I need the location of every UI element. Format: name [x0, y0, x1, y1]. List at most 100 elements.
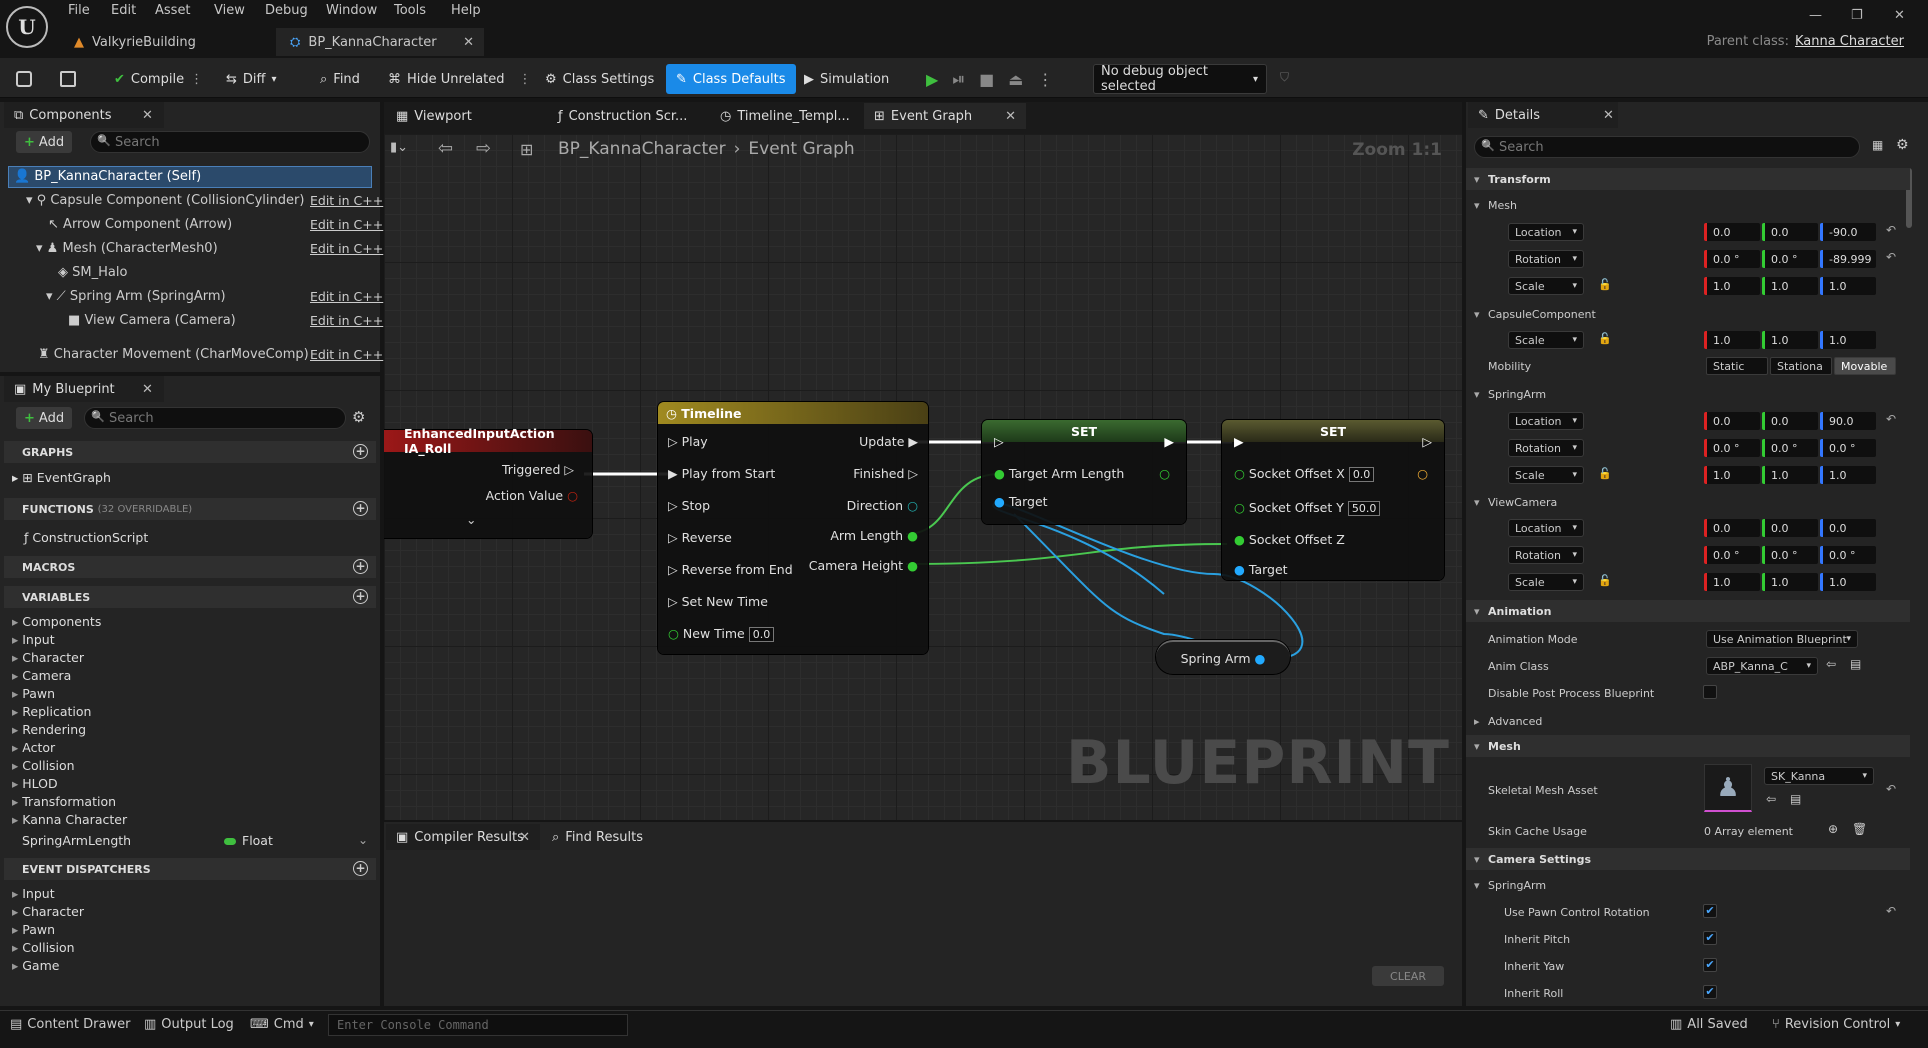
pin-icon[interactable]: ○: [1417, 466, 1428, 481]
tab-compiler-results[interactable]: ▣ Compiler Results ✕: [386, 824, 540, 850]
input-action-node[interactable]: EnhancedInputAction IA_Roll Triggered ▷ …: [384, 426, 592, 538]
components-search-input[interactable]: Search: [90, 131, 370, 153]
springarm-scale-y-field[interactable]: 1.0: [1762, 466, 1818, 484]
mobility-static[interactable]: Static: [1706, 357, 1768, 375]
exec-in-pin[interactable]: ▶: [1234, 434, 1244, 449]
step-icon[interactable]: ⏯: [952, 69, 965, 89]
output-log-button[interactable]: ▥ Output Log: [144, 1017, 234, 1032]
table-view-icon[interactable]: ▦: [1872, 138, 1883, 152]
close-icon[interactable]: ✕: [1603, 108, 1614, 123]
direction-pin[interactable]: Direction ○: [847, 498, 918, 513]
event-dispatchers-section[interactable]: EVENT DISPATCHERS +: [4, 858, 376, 880]
socket-offset-z-pin[interactable]: ● Socket Offset Z: [1234, 532, 1345, 547]
dispatcher-category-collision[interactable]: ▸ Collision: [12, 940, 75, 955]
class-defaults-button[interactable]: ✎ Class Defaults: [666, 64, 796, 94]
tab-valkyrie-building[interactable]: ▲ ValkyrieBuilding: [60, 28, 272, 56]
construction-script-item[interactable]: ƒ ConstructionScript: [24, 530, 148, 545]
all-saved-status[interactable]: ▥ All Saved: [1670, 1017, 1748, 1032]
springarm-subsection[interactable]: ▾ SpringArm: [1466, 383, 1910, 405]
menu-tools[interactable]: Tools: [394, 3, 426, 18]
lock-icon[interactable]: 🔓: [1598, 332, 1612, 345]
viewcamera-rotation-y-field[interactable]: 0.0 °: [1762, 546, 1818, 564]
play-icon[interactable]: ▶: [926, 70, 938, 89]
component-char-movement[interactable]: ♜ Character Movement (CharMoveComp): [38, 347, 309, 362]
mesh-scale-mode-select[interactable]: Scale ▾: [1508, 277, 1584, 295]
play-options-icon[interactable]: ⋮: [1037, 70, 1053, 89]
springarm-location-mode-select[interactable]: Location ▾: [1508, 412, 1584, 430]
minimize-button[interactable]: —: [1809, 8, 1822, 23]
viewcamera-rotation-mode-select[interactable]: Rotation ▾: [1508, 546, 1584, 564]
tab-viewport[interactable]: ▦ Viewport: [386, 103, 546, 129]
anim-class-select[interactable]: ABP_Kanna_C ▾: [1706, 657, 1818, 675]
functions-section[interactable]: FUNCTIONS (32 OVERRIDABLE) +: [4, 498, 376, 520]
use-pawn-control-rotation-checkbox[interactable]: ✔: [1703, 904, 1717, 918]
console-input[interactable]: Enter Console Command: [328, 1014, 628, 1036]
play-from-start-pin[interactable]: ▶ Play from Start: [668, 466, 775, 481]
variable-category-transformation[interactable]: ▸ Transformation: [12, 794, 116, 809]
cmd-select[interactable]: ⌨ Cmd ▾: [250, 1017, 314, 1032]
tab-components[interactable]: ⧉ Components: [4, 102, 164, 128]
dispatcher-category-pawn[interactable]: ▸ Pawn: [12, 922, 55, 937]
timeline-node[interactable]: ◷ Timeline ▷ Play ▶ Play from Start ▷ St…: [658, 402, 928, 654]
update-pin[interactable]: Update ▶: [859, 434, 918, 449]
springarm-rotation-mode-select[interactable]: Rotation ▾: [1508, 439, 1584, 457]
component-mesh[interactable]: ▾ ♟ Mesh (CharacterMesh0): [36, 241, 218, 256]
menu-debug[interactable]: Debug: [265, 3, 308, 18]
menu-view[interactable]: View: [214, 3, 245, 18]
target-arm-length-pin[interactable]: ● Target Arm Length: [994, 466, 1124, 481]
advanced-subsection[interactable]: ▸ Advanced: [1466, 710, 1910, 732]
add-component-button[interactable]: + Add: [16, 131, 73, 153]
viewcamera-scale-z-field[interactable]: 1.0: [1820, 573, 1876, 591]
dispatcher-category-input[interactable]: ▸ Input: [12, 886, 55, 901]
clear-button[interactable]: CLEAR: [1372, 966, 1444, 986]
inherit-roll-checkbox[interactable]: ✔: [1703, 985, 1717, 999]
add-function-icon[interactable]: +: [353, 501, 368, 516]
mesh-scale-z-field[interactable]: 1.0: [1820, 277, 1876, 295]
close-icon[interactable]: ✕: [142, 108, 153, 123]
new-time-pin[interactable]: ○ New Time 0.0: [668, 626, 775, 642]
lock-icon[interactable]: 🔓: [1598, 278, 1612, 291]
event-graph-canvas[interactable]: ▮⌄ ⇦ ⇨ ⊞ BP_KannaCharacter › Event Graph Z…: [384, 134, 1462, 820]
viewcamera-location-y-field[interactable]: 0.0: [1762, 519, 1818, 537]
tab-event-graph[interactable]: ⊞ Event Graph ✕: [864, 103, 1026, 129]
chevron-down-icon[interactable]: ⌄: [358, 833, 368, 847]
mesh-location-y-field[interactable]: 0.0: [1762, 223, 1818, 241]
anim-mode-select[interactable]: Use Animation Blueprint ▾: [1706, 630, 1858, 648]
viewcamera-rotation-x-field[interactable]: 0.0 °: [1704, 546, 1760, 564]
save-button[interactable]: [16, 66, 32, 92]
blueprint-search-input[interactable]: Search: [84, 407, 346, 429]
diff-button[interactable]: ⇆ Diff ▾: [226, 66, 277, 92]
reverse-pin[interactable]: ▷ Reverse: [668, 530, 732, 545]
menu-help[interactable]: Help: [451, 3, 481, 18]
use-selected-icon[interactable]: ⇦: [1826, 657, 1836, 671]
gear-icon[interactable]: ⚙: [1896, 137, 1909, 153]
variables-section[interactable]: VARIABLES +: [4, 586, 376, 608]
set-arm-length-node[interactable]: SET ▷ ▶ ● Target Arm Length ○ ● Target: [982, 420, 1186, 524]
tab-my-blueprint[interactable]: ▣ My Blueprint: [4, 376, 164, 402]
capsule-scale-mode-select[interactable]: Scale ▾: [1508, 331, 1584, 349]
capsule-scale-y-field[interactable]: 1.0: [1762, 331, 1818, 349]
springarm-scale-z-field[interactable]: 1.0: [1820, 466, 1876, 484]
debug-filter-icon[interactable]: ⛉: [1280, 70, 1289, 85]
capsule-scale-z-field[interactable]: 1.0: [1820, 331, 1876, 349]
close-icon[interactable]: ✕: [1005, 109, 1016, 124]
lock-icon[interactable]: 🔓: [1598, 467, 1612, 480]
exec-out-pin[interactable]: ▶: [1164, 434, 1174, 449]
springarm-location-x-field[interactable]: 0.0: [1704, 412, 1760, 430]
details-search-input[interactable]: Search: [1474, 136, 1860, 158]
capsule-scale-x-field[interactable]: 1.0: [1704, 331, 1760, 349]
inherit-yaw-checkbox[interactable]: ✔: [1703, 958, 1717, 972]
dispatcher-category-character[interactable]: ▸ Character: [12, 904, 84, 919]
parent-class-link[interactable]: Kanna Character: [1795, 34, 1904, 49]
variable-category-input[interactable]: ▸ Input: [12, 632, 55, 647]
variable-category-hlod[interactable]: ▸ HLOD: [12, 776, 58, 791]
debug-object-select[interactable]: No debug object selected ▾: [1093, 64, 1267, 94]
tab-construction-script[interactable]: ƒ Construction Scr...: [548, 103, 708, 129]
variable-category-replication[interactable]: ▸ Replication: [12, 704, 91, 719]
tab-bp-kanna-character[interactable]: ⛭ BP_KannaCharacter ✕: [276, 28, 484, 56]
component-spring-arm[interactable]: ▾ ⟋ Spring Arm (SpringArm): [46, 289, 226, 304]
component-capsule[interactable]: ▾ ⚲ Capsule Component (CollisionCylinder…: [26, 193, 304, 208]
hide-unrelated-button[interactable]: ⌘ Hide Unrelated ⋮: [388, 66, 532, 92]
target-pin[interactable]: ● Target: [994, 494, 1048, 509]
graphs-section[interactable]: GRAPHS +: [4, 441, 376, 463]
